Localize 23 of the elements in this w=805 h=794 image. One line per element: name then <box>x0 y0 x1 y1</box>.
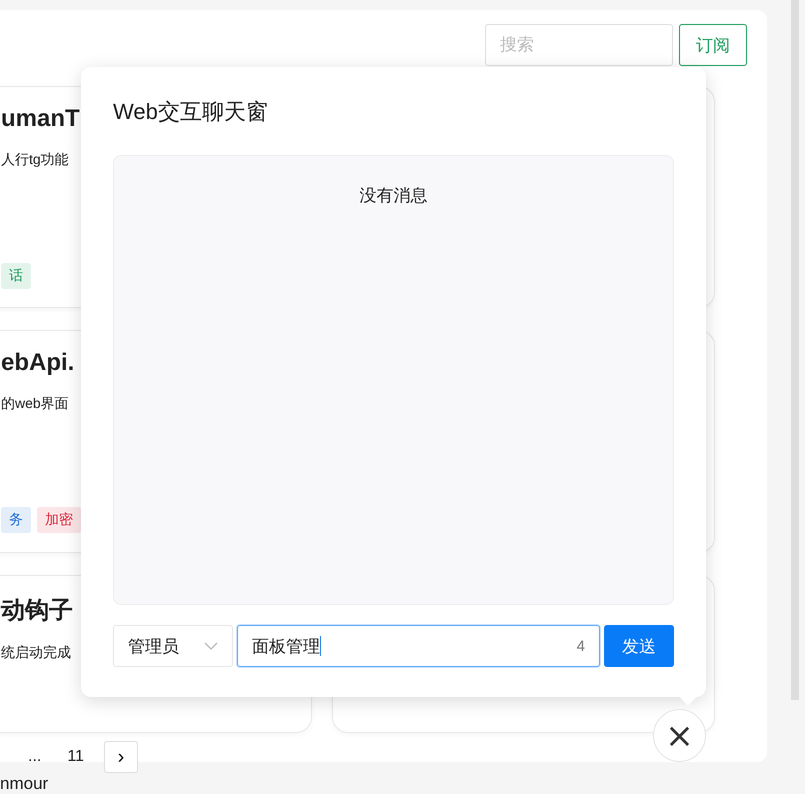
tag: 务 <box>1 507 31 533</box>
message-input[interactable]: 面板管理 4 <box>237 625 600 667</box>
subscribe-button[interactable]: 订阅 <box>679 24 747 66</box>
search-field[interactable]: 搜索 <box>485 24 673 66</box>
send-button[interactable]: 发送 <box>604 625 674 667</box>
card-title: ebApi. <box>1 349 74 377</box>
tag: 加密 <box>37 507 81 533</box>
character-count: 4 <box>576 638 585 654</box>
card-description: 的web界面 <box>1 395 70 413</box>
page-ellipsis: ... <box>28 748 42 766</box>
card-title: 动钩子 <box>1 596 73 626</box>
card-title: umanT <box>1 105 80 133</box>
dialog-title: Web交互聊天窗 <box>113 98 269 125</box>
chevron-down-icon <box>204 642 218 650</box>
tag: 话 <box>1 263 31 289</box>
scrollbar[interactable] <box>791 0 799 700</box>
role-select[interactable]: 管理员 <box>113 625 233 667</box>
card-description: 统启动完成 <box>1 644 72 662</box>
page-link[interactable]: 11 <box>67 748 84 766</box>
footer-text: nmour <box>0 774 48 793</box>
card-description: 人行tg功能 <box>1 151 70 169</box>
empty-message: 没有消息 <box>360 185 428 206</box>
next-page-button[interactable]: › <box>104 741 138 773</box>
